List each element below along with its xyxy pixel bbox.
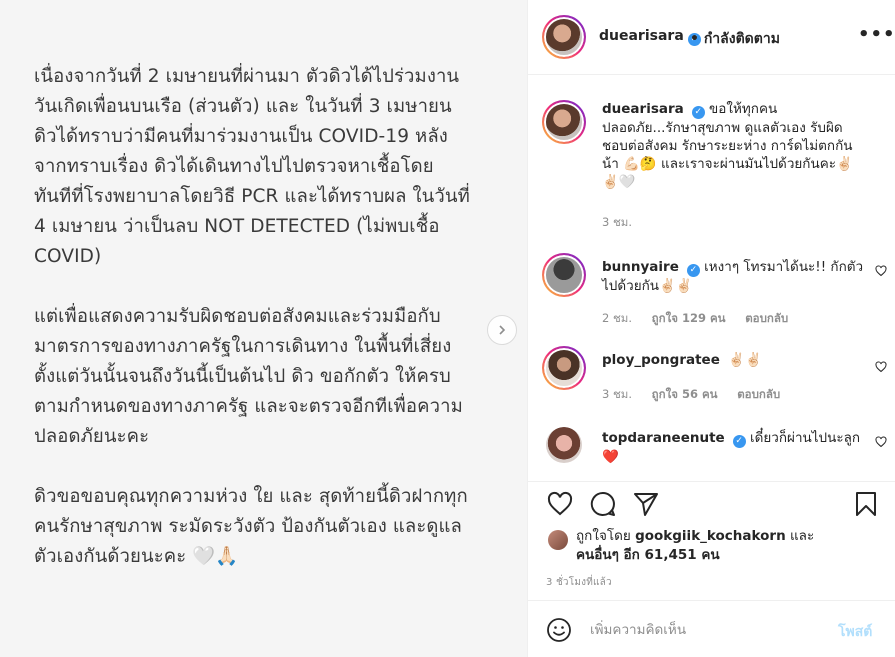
add-comment-bar: โพสต์ <box>528 600 895 657</box>
verified-badge-icon: ✓ <box>686 264 700 277</box>
likes-prefix: ถูกใจโดย <box>576 528 631 544</box>
comment-item: bunnyaire ✓ เหงาๆ โทรมาได้นะ!! กักตัวไปด้… <box>542 253 887 333</box>
caption-avatar[interactable] <box>542 100 586 144</box>
caption-time[interactable]: 3 ชม. <box>602 215 632 229</box>
share-paper-plane-icon[interactable] <box>632 490 660 518</box>
more-options-button[interactable]: ••• <box>858 24 895 45</box>
post-image-paragraph-2: แต่เพื่อแสดงความรับผิดชอบต่อสังคมและร่วม… <box>34 306 463 447</box>
commenter-avatar[interactable] <box>542 346 586 390</box>
comment-username[interactable]: topdaraneenute <box>602 430 725 446</box>
chevron-right-icon <box>499 325 506 335</box>
follow-status[interactable]: • กำลังติดตาม <box>690 28 780 50</box>
comment-text: ploy_pongratee ✌🏻✌🏻 <box>602 351 867 369</box>
like-comment-heart-icon[interactable] <box>875 436 887 448</box>
comment-text: bunnyaire ✓ เหงาๆ โทรมาได้นะ!! กักตัวไปด้… <box>602 258 867 295</box>
verified-badge-icon: ✓ <box>732 435 746 448</box>
comment-username[interactable]: ploy_pongratee <box>602 352 720 368</box>
instagram-post-modal: เนื่องจากวันที่ 2 เมษายนที่ผ่านมา ตัวดิว… <box>0 0 895 657</box>
caption: duearisara ✓ ขอให้ทุกคนปลอดภัย...รักษาสุข… <box>542 100 887 230</box>
liker-avatar[interactable] <box>548 530 568 550</box>
following-button[interactable]: กำลังติดตาม <box>704 31 780 47</box>
separator-dot: • <box>690 31 699 47</box>
likes-text: ถูกใจโดย gookgiik_kochakorn และ คนอื่นๆ … <box>576 527 814 565</box>
post-side-panel: duearisara ✓ • กำลังติดตาม ••• duearisara… <box>527 0 895 657</box>
author-avatar[interactable] <box>542 15 586 59</box>
like-comment-heart-icon[interactable] <box>875 265 887 277</box>
comment-item: ploy_pongratee ✌🏻✌🏻 3 ชม. ถูกใจ 56 คน ตอ… <box>542 346 887 406</box>
next-slide-button[interactable] <box>487 315 517 345</box>
reply-button[interactable]: ตอบกลับ <box>737 387 780 401</box>
emoji-smiley-icon[interactable] <box>546 617 572 643</box>
comment-text: topdaraneenute ✓ เดี๋ยวก็ผ่านไปนะลูก❤️ <box>602 429 867 466</box>
post-image-text: เนื่องจากวันที่ 2 เมษายนที่ผ่านมา ตัวดิว… <box>34 62 504 602</box>
comment-input[interactable] <box>590 618 820 642</box>
reply-button[interactable]: ตอบกลับ <box>745 311 788 325</box>
comment-time[interactable]: 2 ชม. <box>602 311 632 325</box>
likes-others-count[interactable]: คนอื่นๆ อีก 61,451 คน <box>576 547 720 563</box>
comment-likes[interactable]: ถูกใจ 129 คน <box>652 311 726 325</box>
likes-and: และ <box>789 528 815 544</box>
post-comment-button[interactable]: โพสต์ <box>838 621 872 643</box>
save-bookmark-icon[interactable] <box>852 490 880 518</box>
comment-body: ✌🏻✌🏻 <box>728 352 762 368</box>
like-heart-icon[interactable] <box>546 490 574 518</box>
post-header: duearisara ✓ • กำลังติดตาม ••• <box>528 0 895 75</box>
comment-bubble-icon[interactable] <box>589 490 617 518</box>
author-username[interactable]: duearisara ✓ <box>599 28 701 46</box>
comment-meta: 3 ชม. ถูกใจ 56 คน ตอบกลับ <box>602 386 796 404</box>
liker-username[interactable]: gookgiik_kochakorn <box>635 528 786 544</box>
like-comment-heart-icon[interactable] <box>875 361 887 373</box>
comment-item: topdaraneenute ✓ เดี๋ยวก็ผ่านไปนะลูก❤️ <box>542 424 887 474</box>
comment-time[interactable]: 3 ชม. <box>602 387 632 401</box>
comment-username[interactable]: bunnyaire <box>602 259 679 275</box>
post-image: เนื่องจากวันที่ 2 เมษายนที่ผ่านมา ตัวดิว… <box>0 0 527 657</box>
commenter-avatar[interactable] <box>542 253 586 297</box>
comment-meta: 2 ชม. ถูกใจ 129 คน ตอบกลับ <box>602 310 804 328</box>
verified-badge-icon: ✓ <box>691 106 705 119</box>
caption-text: duearisara ✓ ขอให้ทุกคนปลอดภัย...รักษาสุข… <box>602 100 867 191</box>
post-image-paragraph-1: เนื่องจากวันที่ 2 เมษายนที่ผ่านมา ตัวดิว… <box>34 66 470 267</box>
commenter-avatar[interactable] <box>546 427 582 463</box>
comment-likes[interactable]: ถูกใจ 56 คน <box>652 387 718 401</box>
caption-meta: 3 ชม. <box>602 214 648 232</box>
post-image-paragraph-3: ดิวขอขอบคุณทุกความห่วง ใย และ สุดท้ายนี้… <box>34 486 468 567</box>
post-time[interactable]: 3 ชั่วโมงที่แล้ว <box>546 575 612 590</box>
caption-username[interactable]: duearisara <box>602 101 684 117</box>
author-username-text[interactable]: duearisara <box>599 28 684 44</box>
post-actions: ถูกใจโดย gookgiik_kochakorn และ คนอื่นๆ … <box>528 481 895 596</box>
